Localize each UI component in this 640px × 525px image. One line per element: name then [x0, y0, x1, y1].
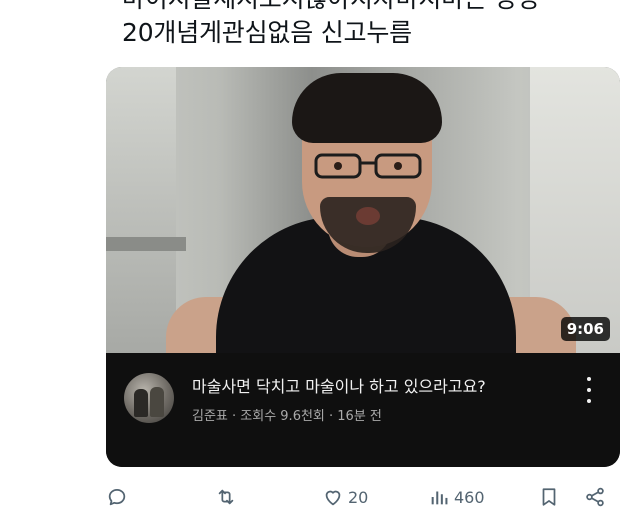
more-dot-icon: [587, 399, 591, 403]
tweet-text-line-2: 20개념게관심없음 신고누름: [122, 18, 412, 47]
like-button[interactable]: 20: [322, 484, 368, 510]
thumbnail-shelf: [106, 237, 186, 251]
video-thumbnail[interactable]: 9:06: [106, 67, 620, 353]
video-duration-badge: 9:06: [560, 317, 610, 341]
video-title[interactable]: 마술사면 닥치고 마술이나 하고 있으라고요?: [192, 373, 486, 397]
thumbnail-background-left: [106, 67, 176, 353]
more-options-button[interactable]: [582, 377, 596, 403]
share-icon: [586, 487, 604, 507]
thumbnail-glasses: [314, 153, 422, 179]
channel-avatar-figure-1: [134, 389, 148, 417]
share-button[interactable]: [584, 484, 606, 510]
heart-icon: [325, 490, 341, 506]
channel-avatar-figure-2: [150, 387, 164, 417]
youtube-embed-card[interactable]: 9:06 마술사면 닥치고 마술이나 하고 있으라고요? 김준표 · 조회수 9…: [106, 67, 620, 467]
video-info-row[interactable]: 마술사면 닥치고 마술이나 하고 있으라고요? 김준표 · 조회수 9.6천회 …: [106, 353, 620, 467]
reply-icon: [108, 488, 126, 506]
thumbnail-person-mouth: [356, 207, 380, 225]
views-count: 460: [454, 487, 485, 507]
thumbnail-person-hair: [292, 73, 442, 143]
retweet-button[interactable]: [214, 484, 238, 510]
tweet-action-bar: 20 460: [106, 484, 620, 514]
like-count: 20: [348, 487, 369, 507]
video-meta: 김준표 · 조회수 9.6천회 · 16분 전: [192, 409, 382, 424]
left-rail: [0, 0, 106, 525]
bookmark-button[interactable]: [538, 484, 560, 510]
retweet-icon: [218, 489, 234, 505]
views-button[interactable]: 460: [428, 484, 485, 510]
bookmark-icon: [542, 488, 556, 506]
more-dot-icon: [587, 377, 591, 381]
reply-button[interactable]: [106, 484, 128, 510]
views-icon: [431, 491, 448, 505]
tweet-text: 마이지팔세지오지않아지자마지마는 당장 20개념게관심없음 신고누름: [122, 0, 622, 50]
more-dot-icon: [587, 388, 591, 392]
channel-avatar[interactable]: [124, 373, 174, 423]
tweet-text-line-1: 마이지팔세지오지않아지자마지마는 당장: [122, 0, 622, 16]
